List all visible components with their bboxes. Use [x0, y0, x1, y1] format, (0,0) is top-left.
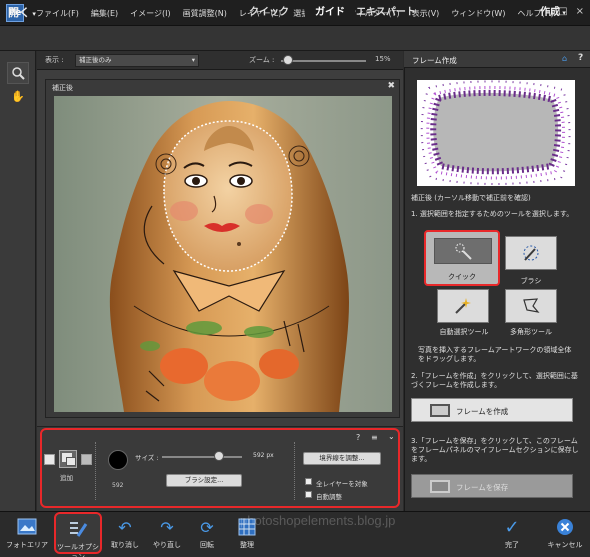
brush-label: ブラシ — [520, 277, 542, 285]
cancel-button[interactable]: キャンセル — [540, 512, 590, 557]
auto-enhance-checkbox[interactable] — [305, 491, 312, 498]
tool-options-highlight — [40, 428, 400, 508]
checkmark-icon: ✓ — [504, 517, 520, 538]
menu-enhance[interactable]: 画質調整(N) — [183, 8, 227, 19]
auto-enhance-label: 自動調整 — [316, 493, 342, 501]
magic-wand-button[interactable] — [437, 289, 489, 323]
menu-edit[interactable]: 編集(E) — [91, 8, 118, 19]
photo-bin-button[interactable]: フォトエリア — [2, 512, 52, 557]
zoom-label: ズーム : — [249, 56, 275, 64]
hand-tool-icon[interactable]: ✋ — [7, 86, 29, 108]
hint-text: 写真を挿入するフレームアートワークの領域全体をドラッグします。 — [418, 346, 572, 363]
size-value: 592 px — [253, 452, 274, 459]
polygon-lasso-icon — [523, 298, 540, 313]
quick-label: クイック — [448, 273, 476, 281]
chevron-down-icon: ▾ — [30, 10, 36, 18]
polygon-lasso-label: 多角形ツール — [510, 328, 552, 336]
all-layers-checkbox[interactable] — [305, 478, 312, 485]
zoom-tool-icon[interactable] — [7, 62, 29, 84]
step1-text: 1. 選択範囲を指定するためのツールを選択します。 — [411, 210, 574, 218]
matryoshka-photo — [54, 96, 392, 412]
brush-size-number: 592 — [112, 482, 124, 489]
size-label: サイズ : — [135, 454, 159, 462]
add-label: 追加 — [60, 474, 73, 482]
options-menu-icon[interactable]: ≡ — [371, 433, 378, 442]
tab-guide[interactable]: ガイド — [305, 0, 355, 25]
help-icon[interactable]: ? — [578, 53, 583, 63]
menu-bar: ファイル(F) 編集(E) イメージ(I) 画質調整(N) レイヤー(L) 選択… — [36, 0, 554, 26]
size-slider[interactable] — [162, 456, 242, 458]
document-window: 補正後 ✖ — [45, 79, 400, 418]
tool-options-icon — [68, 520, 88, 540]
zoom-value: 15% — [375, 55, 391, 63]
polygon-lasso-button[interactable] — [505, 289, 557, 323]
add-to-selection-icon[interactable] — [59, 450, 77, 468]
zoom-slider-knob[interactable] — [283, 55, 293, 65]
divider — [95, 442, 96, 500]
magic-wand-label: 自動選択ツール — [439, 328, 489, 336]
view-label: 表示 : — [45, 56, 64, 64]
close-icon[interactable]: ✖ — [387, 81, 395, 91]
divider — [294, 442, 295, 500]
step2-text: 2.「フレームを作成」をクリックして、選択範囲に基づくフレームを作成します。 — [411, 372, 578, 389]
save-frame-button[interactable]: フレームを保存 — [411, 474, 573, 498]
size-slider-knob[interactable] — [214, 451, 224, 461]
quick-selection-icon — [455, 243, 472, 260]
new-selection-icon[interactable] — [44, 454, 55, 465]
panel-header: フレーム作成 ⌂ ? — [404, 51, 590, 68]
preview-caption: 補正後 (カーソル移動で補正前を確認) — [411, 194, 531, 202]
open-button[interactable]: 開く ▾ — [8, 4, 36, 20]
frame-icon — [430, 404, 450, 417]
tab-expert[interactable]: エキスパート — [356, 0, 416, 25]
all-layers-label: 全レイヤーを対象 — [316, 480, 368, 488]
document-title: 補正後 — [52, 84, 73, 92]
frame-preview-image — [420, 80, 571, 185]
save-frame-icon — [430, 480, 450, 493]
view-bar: 表示 : 補正後のみ ▾ ズーム : 15% — [37, 51, 403, 70]
brush-preview-icon[interactable] — [108, 450, 128, 470]
menu-image[interactable]: イメージ(I) — [130, 8, 170, 19]
quick-selection-button[interactable]: クイック — [424, 230, 500, 286]
brush-selection-button[interactable] — [505, 236, 557, 270]
rotate-icon: ⟳ — [200, 518, 214, 537]
brush-settings-button[interactable]: ブラシ設定... — [166, 474, 242, 487]
photo-canvas[interactable] — [54, 96, 392, 412]
refine-edge-button[interactable]: 境界線を調整... — [303, 452, 381, 465]
create-button[interactable]: 作成 ▾ — [540, 0, 566, 26]
undo-icon: ↶ — [118, 518, 132, 537]
chevron-down-icon: ▾ — [191, 56, 195, 64]
brush-selection-icon — [523, 245, 539, 261]
cancel-icon — [555, 518, 575, 538]
frame-preview — [417, 80, 575, 186]
home-icon[interactable]: ⌂ — [562, 54, 567, 63]
collapse-icon[interactable]: ⌄ — [388, 432, 395, 441]
menu-window[interactable]: ウィンドウ(W) — [451, 8, 505, 19]
step3-text: 3.「フレームを保存」をクリックして、このフレームをフレームパネルのマイフレーム… — [411, 437, 579, 463]
watermark: photoshopelements.blog.jp — [240, 513, 396, 528]
photo-bin-icon — [17, 518, 37, 538]
redo-icon: ↷ — [160, 518, 174, 537]
mode-bar — [0, 26, 590, 51]
left-toolbar — [0, 51, 36, 511]
view-select[interactable]: 補正後のみ ▾ — [75, 54, 199, 67]
help-icon[interactable]: ? — [356, 433, 360, 442]
panel-title: フレーム作成 — [412, 56, 457, 65]
close-icon[interactable]: × — [576, 6, 584, 17]
chevron-down-icon: ▾ — [560, 9, 566, 17]
tab-quick[interactable]: クイック — [244, 0, 294, 25]
zoom-slider[interactable] — [281, 60, 366, 62]
subtract-selection-icon[interactable] — [81, 454, 92, 465]
tool-options-button[interactable]: ツールオプション — [54, 512, 102, 557]
create-frame-button[interactable]: フレームを作成 — [411, 398, 573, 422]
done-button[interactable]: ✓ 完了 — [487, 512, 537, 557]
magic-wand-icon — [455, 298, 471, 314]
menu-file[interactable]: ファイル(F) — [36, 8, 79, 19]
